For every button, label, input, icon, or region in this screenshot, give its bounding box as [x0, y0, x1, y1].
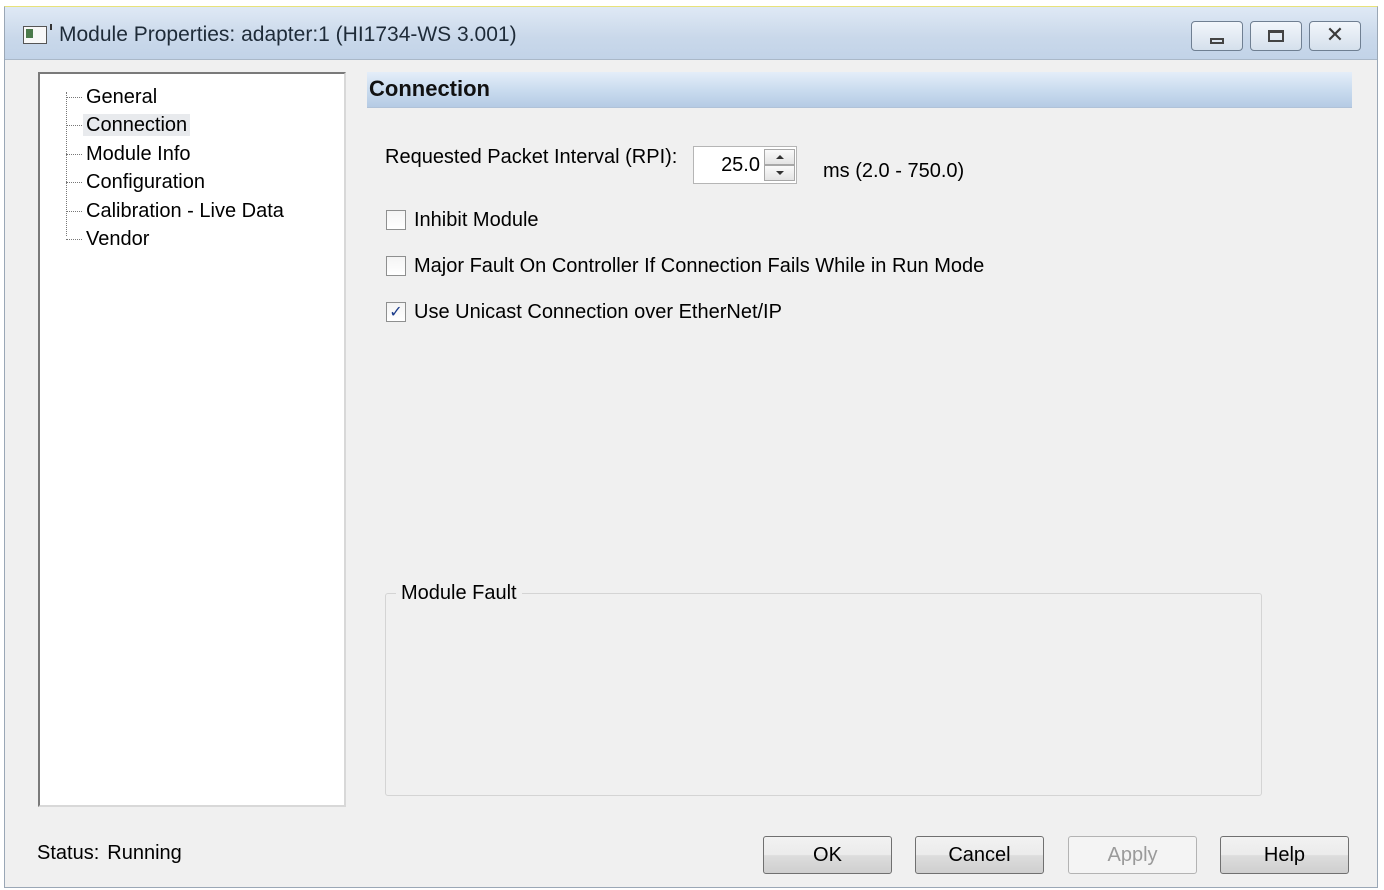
section-title: Connection: [367, 72, 1352, 108]
inhibit-module-option[interactable]: Inhibit Module: [386, 207, 539, 233]
major-fault-label: Major Fault On Controller If Connection …: [414, 254, 985, 277]
maximize-button[interactable]: [1250, 21, 1302, 51]
module-fault-group: [385, 593, 1262, 796]
tree-item-connection[interactable]: Connection: [66, 112, 191, 138]
rpi-input[interactable]: [694, 147, 760, 183]
app-icon: [23, 24, 52, 44]
status-bar: Status: Running: [37, 842, 182, 865]
tree-item-configuration[interactable]: Configuration: [66, 169, 208, 195]
cancel-button[interactable]: Cancel: [915, 836, 1044, 874]
rpi-decrement-button[interactable]: [764, 165, 795, 181]
checkmark-icon: ✓: [389, 302, 403, 321]
tree-item-label: Connection: [83, 114, 191, 136]
tree-item-calibration-live-data[interactable]: Calibration - Live Data: [66, 198, 287, 224]
apply-button[interactable]: Apply: [1068, 836, 1197, 874]
inhibit-module-label: Inhibit Module: [414, 208, 539, 231]
tree-item-label: Calibration - Live Data: [86, 200, 284, 222]
category-tree: General Connection Module Info Configura…: [38, 72, 346, 807]
tree-item-label: Vendor: [86, 228, 150, 250]
maximize-icon: [1268, 30, 1284, 42]
minimize-button[interactable]: [1191, 21, 1243, 51]
tree-item-vendor[interactable]: Vendor: [66, 226, 152, 252]
tree-item-general[interactable]: General: [66, 84, 160, 110]
arrow-up-icon: [775, 155, 784, 159]
tree-item-module-info[interactable]: Module Info: [66, 141, 194, 167]
tree-item-label: Module Info: [86, 143, 191, 165]
module-fault-label: Module Fault: [396, 582, 522, 605]
close-button[interactable]: ✕: [1309, 21, 1361, 51]
title-bar[interactable]: Module Properties: adapter:1 (HI1734-WS …: [5, 7, 1377, 60]
rpi-label: Requested Packet Interval (RPI):: [385, 146, 678, 168]
close-icon: ✕: [1325, 23, 1345, 48]
minimize-icon: [1210, 38, 1224, 44]
major-fault-option[interactable]: Major Fault On Controller If Connection …: [386, 253, 984, 279]
status-label: Status:: [37, 842, 100, 864]
rpi-increment-button[interactable]: [764, 149, 795, 165]
major-fault-checkbox[interactable]: [386, 256, 406, 276]
ok-button[interactable]: OK: [763, 836, 892, 874]
arrow-down-icon: [775, 171, 784, 175]
unicast-option[interactable]: ✓ Use Unicast Connection over EtherNet/I…: [386, 299, 782, 325]
rpi-stepper[interactable]: [693, 146, 797, 184]
tree-item-label: General: [86, 86, 158, 108]
status-value: Running: [107, 842, 182, 864]
rpi-range-label: ms (2.0 - 750.0): [823, 160, 965, 182]
help-button[interactable]: Help: [1220, 836, 1349, 874]
unicast-label: Use Unicast Connection over EtherNet/IP: [414, 300, 782, 323]
inhibit-module-checkbox[interactable]: [386, 210, 406, 230]
window-title: Module Properties: adapter:1 (HI1734-WS …: [59, 23, 517, 46]
tree-item-label: Configuration: [86, 171, 205, 193]
unicast-checkbox[interactable]: ✓: [386, 302, 406, 322]
